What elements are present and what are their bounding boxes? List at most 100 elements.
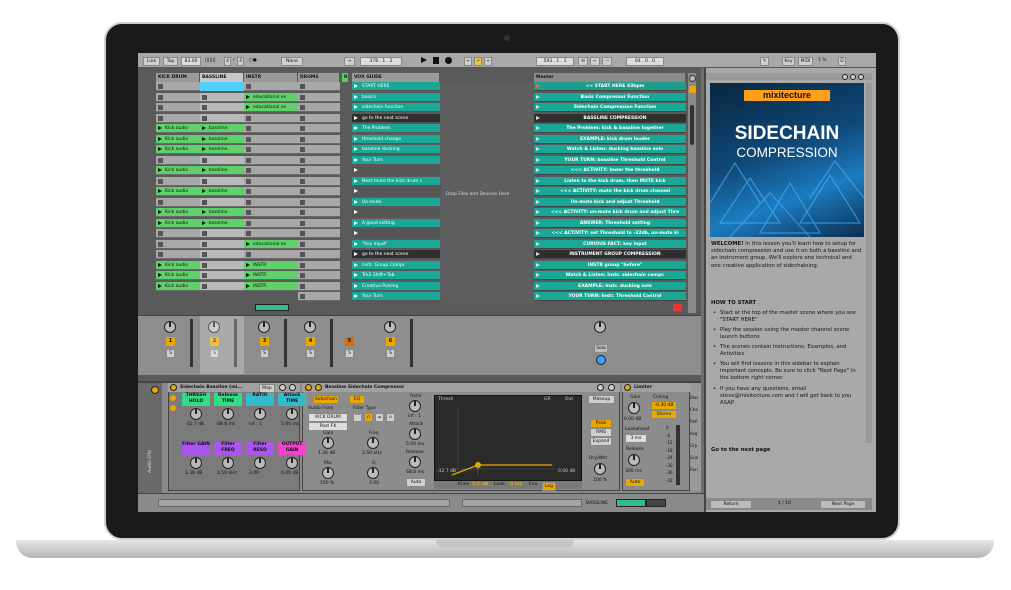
follow-button[interactable]: → [344, 57, 355, 66]
quantize-dropdown[interactable]: None [281, 57, 303, 66]
eq-toggle[interactable]: EQ [349, 395, 365, 404]
filter-type-notch[interactable]: ∪ [386, 413, 395, 422]
vox-guide-clip[interactable]: Instr. Group Compr. [352, 260, 440, 270]
empty-clip-slot[interactable] [298, 239, 340, 249]
status-mini-clip-2[interactable] [646, 499, 666, 507]
track-activator-6[interactable]: 6 [386, 337, 395, 346]
clip-stop-icon[interactable] [158, 94, 163, 100]
empty-clip-slot[interactable] [156, 197, 200, 207]
knee-value[interactable]: 3.0 dB [472, 482, 488, 487]
clip-play-icon[interactable] [246, 94, 250, 99]
clip[interactable]: bassline [200, 145, 244, 154]
clip-play-icon[interactable] [354, 94, 358, 99]
vox-guide-clip[interactable]: basics [352, 92, 440, 102]
clip-stop-icon[interactable] [300, 136, 305, 142]
master-scene[interactable]: YOUR TURN: bassline Threshold Control [534, 155, 686, 165]
clip[interactable]: Kick audio [156, 187, 200, 196]
vox-guide-clip[interactable]: Creative Pulsing [352, 281, 440, 291]
clip-stop-icon[interactable] [246, 147, 251, 152]
track-header-instr[interactable]: INSTR [244, 73, 298, 82]
empty-clip-slot[interactable] [298, 166, 340, 175]
clip-play-icon[interactable] [354, 115, 358, 120]
clip[interactable]: bassline [200, 166, 244, 175]
clip-stop-icon[interactable] [300, 262, 305, 268]
empty-clip-slot[interactable] [244, 82, 298, 91]
clip-stop-icon[interactable] [300, 84, 305, 89]
device-power-icon[interactable] [151, 386, 159, 394]
empty-clip-slot[interactable] [200, 239, 244, 249]
empty-clip-slot[interactable] [298, 250, 340, 259]
clip-stop-icon[interactable] [202, 283, 207, 289]
clip-stop-icon[interactable] [300, 189, 305, 194]
clip-stop-icon[interactable] [246, 189, 251, 194]
clip-stop-icon[interactable] [300, 252, 305, 257]
vox-guide-clip[interactable]: Your Turn [352, 155, 440, 165]
clip-stop-icon[interactable] [202, 273, 207, 278]
compressor-power-icon[interactable] [305, 384, 312, 391]
vox-guide-clip[interactable]: A good setting [352, 218, 440, 228]
track-activator-4[interactable]: 4 [306, 337, 315, 346]
clip-stop-icon[interactable] [300, 115, 305, 121]
empty-clip-slot[interactable] [200, 176, 244, 186]
meter-denominator[interactable]: 4 [237, 57, 244, 66]
track-header-master[interactable]: Master [534, 73, 686, 82]
clip-stop-icon[interactable] [246, 231, 251, 236]
empty-clip-slot[interactable] [244, 155, 298, 165]
master-scene[interactable]: Basic Compressor Function [534, 92, 686, 102]
master-scene[interactable]: CURIOUS FACT: key input [534, 239, 686, 249]
track-activator-1[interactable]: 1 [166, 337, 175, 346]
filter-type-hp[interactable]: ⌓ [375, 413, 384, 422]
clip-play-icon[interactable] [158, 220, 162, 225]
loop-length-field[interactable]: 64 . 0 . 0 [626, 57, 664, 66]
clip[interactable]: bassline [200, 187, 244, 196]
clip[interactable]: INSTR [244, 260, 298, 270]
scene-launch-icon[interactable] [536, 283, 540, 288]
env-log-button[interactable]: Log [542, 482, 556, 491]
scene-launch-icon[interactable] [536, 210, 540, 214]
clip[interactable]: Kick audio [156, 218, 200, 228]
sidebar-settings-icon[interactable] [850, 74, 856, 80]
scene-launch-icon[interactable] [536, 94, 540, 99]
clip-play-icon[interactable] [354, 231, 358, 235]
empty-clip-slot[interactable] [298, 124, 340, 133]
clip-stop-icon[interactable] [246, 136, 251, 142]
empty-clip-slot[interactable] [200, 250, 244, 259]
sc-freq-knob[interactable] [367, 437, 379, 449]
scene-launch-icon[interactable] [536, 84, 540, 88]
rack-map-button[interactable]: Map [259, 384, 275, 393]
clip-stop-icon[interactable] [202, 231, 207, 236]
clip-stop-icon[interactable] [158, 115, 163, 121]
empty-clip-slot[interactable] [244, 176, 298, 186]
sc-gain-knob[interactable] [322, 437, 334, 449]
rack-chain-icon[interactable] [279, 384, 286, 391]
clip-stop-icon[interactable] [202, 115, 207, 121]
scene-launch-icon[interactable] [536, 199, 540, 204]
master-scene[interactable]: INSTR group "before" [534, 260, 686, 270]
scene-launch-icon[interactable] [536, 241, 540, 246]
clip-stop-icon[interactable] [202, 199, 207, 205]
clip-play-icon[interactable] [158, 273, 162, 277]
clip[interactable]: Kick audio [156, 166, 200, 175]
drop-area[interactable] [441, 82, 533, 312]
scene-launch-icon[interactable] [536, 189, 540, 193]
empty-clip-slot[interactable] [298, 208, 340, 217]
clip-stop-icon[interactable] [158, 157, 163, 163]
empty-clip-slot[interactable] [156, 82, 200, 91]
master-scene[interactable]: INSTRUMENT GROUP COMPRESSION [534, 250, 686, 259]
clip-stop-icon[interactable] [300, 147, 305, 152]
clip-stop-icon[interactable] [202, 252, 207, 257]
clip[interactable]: Kick audio [156, 124, 200, 133]
clip-play-icon[interactable] [202, 136, 206, 141]
clip-stop-icon[interactable] [202, 241, 207, 247]
clip-stop-icon[interactable] [202, 157, 207, 163]
clip-play-icon[interactable] [354, 178, 358, 183]
clip-stop-icon[interactable] [300, 210, 305, 215]
automation-arm-button[interactable]: ↗ [474, 57, 482, 66]
scene-launch-icon[interactable] [536, 294, 540, 298]
empty-clip-slot[interactable] [244, 113, 298, 123]
link-button[interactable]: Link [143, 57, 160, 66]
master-volume-knob[interactable] [594, 321, 606, 333]
sidebar-help-icon[interactable] [842, 74, 848, 80]
clip-play-icon[interactable] [354, 189, 358, 193]
empty-clip-slot[interactable] [244, 166, 298, 175]
